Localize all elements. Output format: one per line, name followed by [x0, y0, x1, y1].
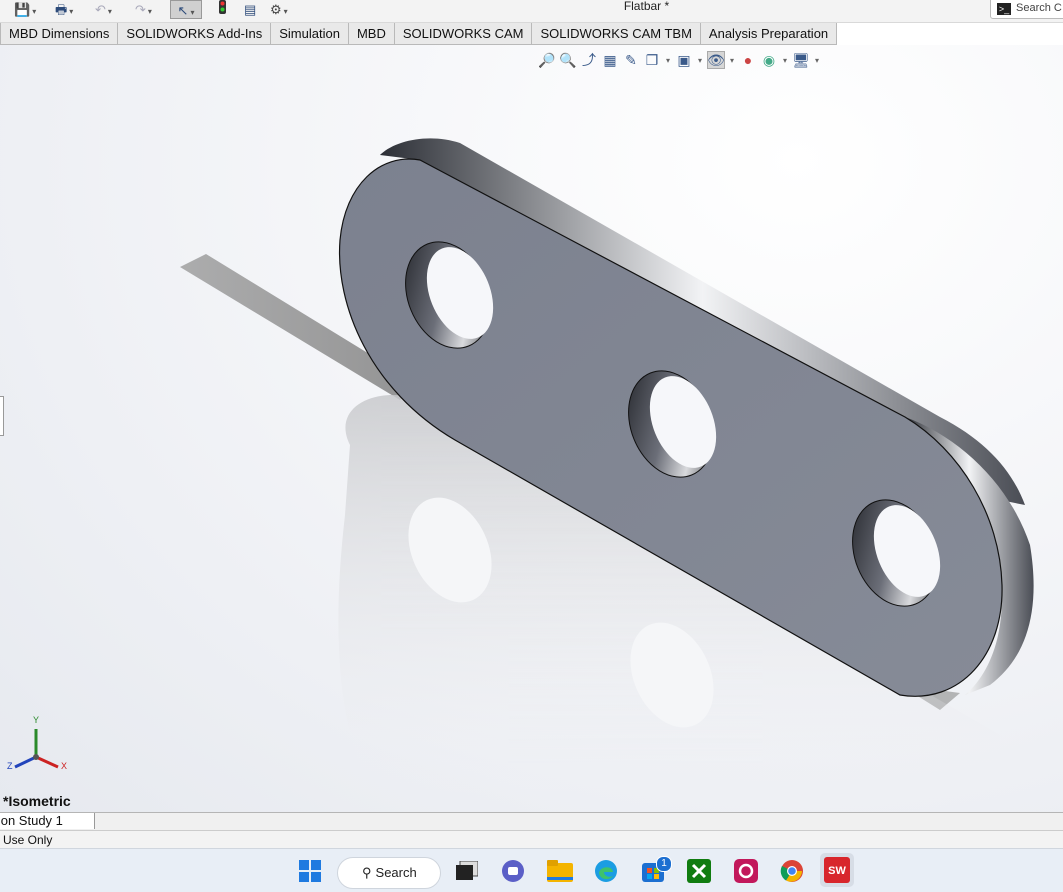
- terminal-icon: >_: [997, 3, 1011, 15]
- status-text: Use Only: [3, 833, 53, 847]
- study-tab-bar: otion Study 1: [0, 812, 1063, 830]
- xbox-icon[interactable]: [686, 858, 712, 884]
- hide-show-items-icon[interactable]: 👁: [707, 51, 725, 69]
- display-style-dropdown-icon[interactable]: ▾: [696, 56, 704, 65]
- task-view-icon[interactable]: [454, 858, 480, 884]
- view-orientation-icon[interactable]: ❐: [643, 51, 661, 69]
- apply-scene-icon[interactable]: ◉: [760, 51, 778, 69]
- section-view-icon[interactable]: ▦: [601, 51, 619, 69]
- chrome-icon[interactable]: [779, 858, 805, 884]
- file-explorer-icon[interactable]: [547, 858, 573, 884]
- tab-mbd[interactable]: MBD: [348, 23, 395, 45]
- title-bar: 💾 ▾ 🖶 ▾ ↶ ▾ ↷ ▾ ↖ ▾ ▤ ⚙ ▾ Flatbar * >_ Search C: [0, 0, 1063, 23]
- tab-analysis-preparation[interactable]: Analysis Preparation: [700, 23, 838, 45]
- tab-solidworks-add-ins[interactable]: SOLIDWORKS Add-Ins: [118, 23, 272, 45]
- hide-show-dropdown-icon[interactable]: ▾: [728, 56, 736, 65]
- view-settings-dropdown-icon[interactable]: ▾: [813, 56, 821, 65]
- tab-motion-study[interactable]: otion Study 1: [0, 813, 95, 829]
- taskbar-search-label: Search: [375, 865, 417, 880]
- apply-scene-dropdown-icon[interactable]: ▾: [781, 56, 789, 65]
- motion-study-label: otion Study 1: [0, 813, 63, 828]
- solidworks-icon[interactable]: SW: [820, 853, 854, 887]
- view-orientation-dropdown-icon[interactable]: ▾: [664, 56, 672, 65]
- dynamic-annotation-icon[interactable]: ✎: [622, 51, 640, 69]
- teams-icon[interactable]: [500, 858, 526, 884]
- previous-view-icon[interactable]: ⤴: [580, 51, 598, 69]
- status-bar: Use Only: [0, 830, 1063, 849]
- tab-simulation[interactable]: Simulation: [271, 23, 349, 45]
- triad-z-label: Z: [7, 761, 13, 771]
- display-style-icon[interactable]: ▣: [675, 51, 693, 69]
- model-canvas: [14, 138, 1034, 805]
- tab-solidworks-cam-tbm[interactable]: SOLIDWORKS CAM TBM: [532, 23, 701, 45]
- app-icon[interactable]: [733, 858, 759, 884]
- svg-text:SW: SW: [828, 865, 846, 877]
- command-manager-tabs: MBD Dimensions SOLIDWORKS Add-Ins Simula…: [0, 23, 838, 45]
- edit-appearance-icon[interactable]: ●: [739, 51, 757, 69]
- view-settings-icon[interactable]: 🖥: [792, 51, 810, 69]
- window-title: Flatbar *: [623, 0, 670, 13]
- search-label: Search C: [1016, 2, 1062, 14]
- store-badge: 1: [656, 856, 672, 872]
- coordinate-triad: [14, 729, 59, 769]
- panel-collapse-handle[interactable]: [0, 396, 4, 436]
- triad-y-label: Y: [33, 715, 40, 725]
- view-orientation-label: *Isometric: [3, 793, 71, 809]
- zoom-to-area-icon[interactable]: 🔍: [559, 51, 577, 69]
- windows-taskbar: ⚲ Search 1 SW: [0, 848, 1063, 892]
- zoom-to-fit-icon[interactable]: 🔎: [538, 51, 556, 69]
- tab-solidworks-cam[interactable]: SOLIDWORKS CAM: [394, 23, 533, 45]
- tab-mbd-dimensions[interactable]: MBD Dimensions: [0, 23, 119, 45]
- search-icon: ⚲: [362, 865, 372, 880]
- edge-icon[interactable]: [593, 858, 619, 884]
- heads-up-view-toolbar: 🔎 🔍 ⤴ ▦ ✎ ❐ ▾ ▣ ▾ 👁 ▾ ● ◉ ▾ 🖥 ▾: [538, 50, 821, 70]
- windows-start-icon[interactable]: [297, 858, 323, 884]
- taskbar-search[interactable]: ⚲ Search: [337, 857, 441, 889]
- search-commands-box[interactable]: >_ Search C: [990, 0, 1063, 19]
- graphics-area[interactable]: Y X Z *Isometric: [0, 45, 1063, 812]
- triad-x-label: X: [61, 761, 68, 771]
